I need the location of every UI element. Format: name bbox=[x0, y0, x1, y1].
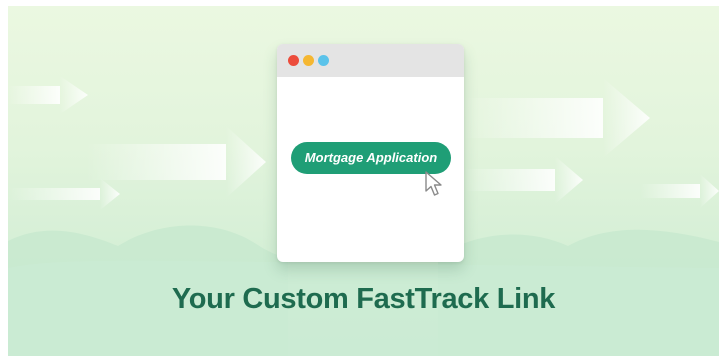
arrow-left-bottom bbox=[8, 178, 120, 210]
arrow-right-bottom bbox=[640, 174, 719, 208]
close-dot-icon[interactable] bbox=[288, 55, 299, 66]
arrow-left-top bbox=[8, 76, 88, 114]
maximize-dot-icon[interactable] bbox=[318, 55, 329, 66]
arrow-left-middle bbox=[86, 126, 266, 198]
browser-window: Mortgage Application bbox=[277, 44, 464, 262]
screenshot-frame: Mortgage Application Your Custom FastTra… bbox=[0, 0, 721, 359]
browser-title-bar bbox=[277, 44, 464, 77]
promo-scene: Mortgage Application Your Custom FastTra… bbox=[8, 6, 719, 356]
pointer-arrow-icon bbox=[425, 171, 442, 196]
arrow-right-top bbox=[463, 78, 650, 158]
headline: Your Custom FastTrack Link bbox=[171, 283, 556, 315]
minimize-dot-icon[interactable] bbox=[303, 55, 314, 66]
arrow-right-middle bbox=[463, 156, 583, 204]
